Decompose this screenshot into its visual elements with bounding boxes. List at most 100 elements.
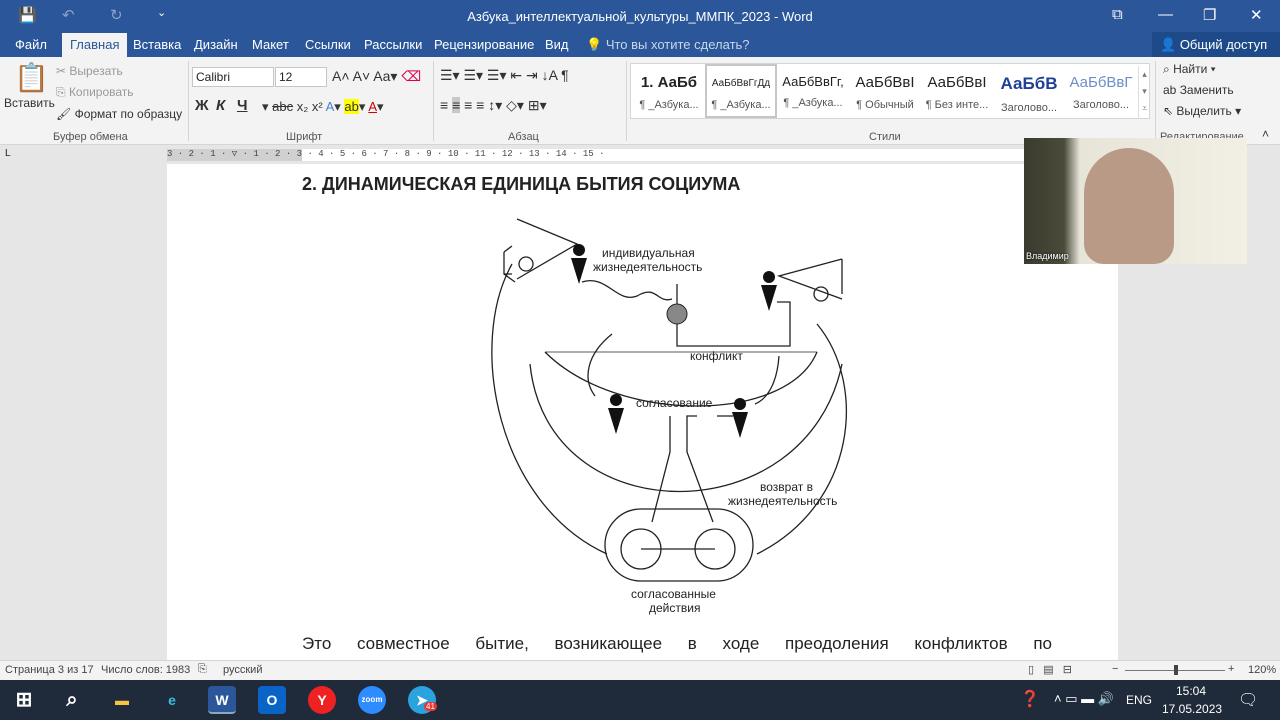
search-icon[interactable]: ⌕: [58, 686, 86, 714]
label-return1: возврат в: [760, 480, 813, 494]
select-label: Выделить: [1176, 104, 1232, 118]
minimize-icon[interactable]: —: [1158, 6, 1173, 23]
person-figure: [1084, 148, 1174, 264]
style-item[interactable]: АаБбВвI ¶ Обычный: [849, 64, 921, 118]
language[interactable]: русский: [223, 664, 262, 676]
clipboard-group-label: Буфер обмена: [53, 131, 128, 143]
style-item[interactable]: АаБбВ Заголово...: [993, 64, 1065, 118]
window-title: Азбука_интеллектуальной_культуры_ММПК_20…: [467, 9, 813, 24]
label-individual: индивидуальная: [602, 246, 695, 260]
clock-date[interactable]: 17.05.2023: [1162, 702, 1222, 716]
format-painter-button[interactable]: 🖌 Формат по образцу: [56, 107, 182, 121]
taskbar: ⊞ ⌕ ▬ e W O Y zoom ➤ 41 ❓ ˄ ▭ ▬ 🔊 ENG 15…: [0, 680, 1280, 720]
format-painter-label: Формат по образцу: [74, 107, 183, 121]
word-count[interactable]: Число слов: 1983: [101, 664, 190, 676]
webcam-video: Владимир: [1024, 138, 1247, 264]
close-icon[interactable]: ✕: [1250, 6, 1263, 24]
style-item[interactable]: 1. АаБб ¶ _Азбука...: [633, 64, 705, 118]
tab-file[interactable]: Файл: [15, 37, 47, 52]
clock-time[interactable]: 15:04: [1176, 684, 1206, 698]
tab-selector-icon[interactable]: L: [5, 148, 11, 159]
label-individual2: жизнедеятельность: [593, 260, 702, 274]
file-explorer-icon[interactable]: ▬: [108, 686, 136, 714]
find-button[interactable]: ⌕ Найти ▾: [1163, 62, 1216, 77]
joint-actions-capsule: [604, 508, 754, 582]
title-bar: 💾 ↶ ↻ ⌄ Азбука_интеллектуальной_культуры…: [0, 0, 1280, 32]
font-size-select[interactable]: 12: [275, 67, 327, 87]
tell-me-input[interactable]: 💡 Что вы хотите сделать?: [586, 37, 750, 53]
collapse-ribbon-icon[interactable]: ˄: [1262, 127, 1269, 141]
label-joint2: действия: [649, 601, 700, 615]
edge-icon[interactable]: e: [158, 686, 186, 714]
tab-references[interactable]: Ссылки: [305, 37, 351, 52]
replace-button[interactable]: ab Заменить: [1163, 83, 1234, 97]
style-item[interactable]: АаБбВвI ¶ Без инте...: [921, 64, 993, 118]
style-item[interactable]: АаБбВвГ Заголово...: [1065, 64, 1137, 118]
bold-button[interactable]: Ж: [195, 97, 209, 114]
replace-label: Заменить: [1179, 83, 1234, 97]
find-label: Найти: [1173, 62, 1208, 76]
tray-icons[interactable]: ˄ ▭ ▬ 🔊: [1054, 691, 1114, 707]
label-agreement: согласование: [636, 396, 713, 410]
zoom-thumb[interactable]: [1174, 665, 1178, 675]
tab-layout[interactable]: Макет: [252, 37, 289, 52]
right-circle: [813, 286, 829, 302]
restore-icon[interactable]: ❐: [1203, 6, 1216, 24]
tab-design[interactable]: Дизайн: [194, 37, 238, 52]
ribbon-display-icon[interactable]: ⧉: [1112, 6, 1123, 23]
style-item[interactable]: АаБбВвГгДд ¶ _Азбука...: [705, 64, 777, 118]
italic-button[interactable]: К: [216, 97, 225, 114]
underline-button[interactable]: Ч: [237, 97, 248, 114]
label-joint1: согласованные: [631, 587, 716, 601]
styles-gallery: 1. АаБб ¶ _Азбука... АаБбВвГгДд ¶ _Азбука.…: [630, 63, 1150, 119]
social-dynamics-diagram: индивидуальная жизнедеятельность конфлик…: [491, 218, 847, 615]
label-conflict: конфликт: [690, 349, 743, 363]
copy-button[interactable]: ⎘ Копировать: [56, 85, 134, 100]
paste-icon[interactable]: 📋: [14, 61, 49, 94]
tab-insert[interactable]: Вставка: [133, 37, 181, 52]
paragraph-group-label: Абзац: [508, 131, 539, 143]
left-circle: [518, 256, 534, 272]
styles-scroll[interactable]: ▴ ▾ ⩡: [1138, 66, 1150, 118]
tab-view[interactable]: Вид: [545, 37, 569, 52]
zoom-app-icon[interactable]: zoom: [358, 686, 386, 714]
start-icon[interactable]: ⊞: [10, 686, 38, 714]
list-buttons[interactable]: ☰▾ ☰▾ ☰▾ ⇤ ⇥ ↓A ¶: [440, 67, 569, 84]
status-bar: Страница 3 из 17 Число слов: 1983 ⎘ русс…: [0, 660, 1280, 680]
participant-name: Владимир: [1026, 251, 1069, 261]
tab-mailings[interactable]: Рассылки: [364, 37, 422, 52]
input-language[interactable]: ENG: [1126, 693, 1152, 707]
font-name-select[interactable]: Calibri: [192, 67, 274, 87]
word-icon[interactable]: W: [208, 686, 236, 714]
document-page[interactable]: 2. ДИНАМИЧЕСКАЯ ЕДИНИЦА БЫТИЯ СОЦИУМА ин…: [167, 164, 1118, 673]
label-return2: жизнедеятельность: [728, 494, 837, 508]
share-button[interactable]: 👤 Общий доступ: [1160, 37, 1267, 53]
styles-group-label: Стили: [869, 131, 901, 143]
tab-review[interactable]: Рецензирование: [434, 37, 534, 52]
font-size-controls[interactable]: A˄ A˅ Aa▾ ⌫: [332, 68, 421, 85]
help-icon[interactable]: ❓: [1020, 689, 1040, 709]
zoom-in-button[interactable]: +: [1228, 663, 1234, 675]
view-buttons[interactable]: ▯ ▤ ⊟: [1028, 663, 1072, 676]
paste-button[interactable]: Вставить: [4, 96, 55, 110]
style-item[interactable]: АаБбВвГг, ¶ _Азбука...: [777, 64, 849, 118]
notifications-icon[interactable]: 🗨: [1238, 690, 1258, 710]
outer-arc: [529, 363, 843, 492]
cut-button[interactable]: ✂ Вырезать: [56, 64, 123, 78]
telegram-badge: 41: [424, 702, 437, 711]
tell-me-text: Что вы хотите сделать?: [605, 37, 750, 52]
ribbon-tabs: Файл Главная Вставка Дизайн Макет Ссылки…: [0, 32, 1280, 57]
yandex-icon[interactable]: Y: [308, 686, 336, 714]
tab-home[interactable]: Главная: [62, 33, 128, 57]
font-effects-buttons[interactable]: ▾ abc x₂ x² A▾ ab▾ A▾: [262, 99, 384, 115]
outlook-icon[interactable]: O: [258, 686, 286, 714]
page-count[interactable]: Страница 3 из 17: [5, 664, 94, 676]
zoom-out-button[interactable]: −: [1112, 663, 1118, 675]
zoom-level[interactable]: 120%: [1248, 664, 1276, 676]
proofing-icon[interactable]: ⎘: [198, 663, 207, 676]
alignment-buttons[interactable]: ≡ ≡ ≡ ≡ ↕▾ ◇▾ ⊞▾: [440, 97, 547, 114]
cut-label: Вырезать: [69, 64, 123, 78]
left-return-arrow: [491, 263, 608, 555]
copy-label: Копировать: [68, 85, 134, 99]
select-button[interactable]: ⇖ Выделить ▾: [1163, 104, 1241, 118]
